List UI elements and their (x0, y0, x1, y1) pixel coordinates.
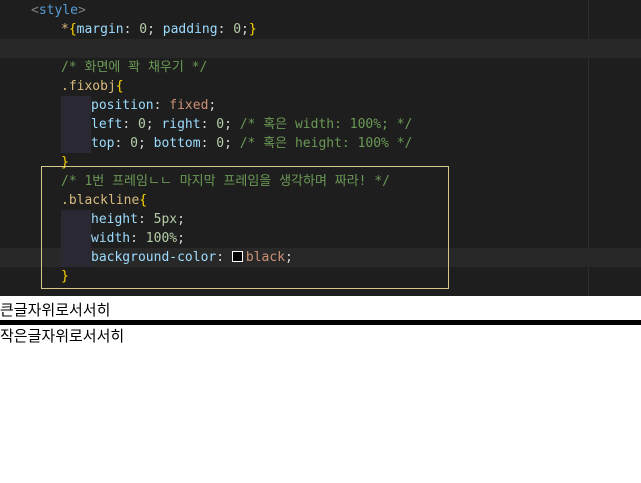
code-line[interactable]: height: 5px; (0, 210, 641, 229)
code-token: : (130, 231, 146, 246)
code-line[interactable]: left: 0; right: 0; /* 혹은 width: 100%; */ (0, 115, 641, 134)
code-token: ; (241, 22, 249, 37)
indent-guide (61, 134, 91, 153)
code-token: 5px (153, 212, 178, 227)
code-token: .blackline (61, 193, 140, 208)
code-token: top (91, 136, 115, 151)
code-token: : (137, 212, 154, 227)
code-token: { (68, 22, 77, 37)
code-token: } (61, 269, 69, 284)
code-line[interactable] (0, 39, 641, 58)
code-text: <style> (31, 1, 86, 20)
code-editor[interactable]: <style> *{margin: 0; padding: 0;}/* 화면에 꽉… (0, 0, 641, 296)
indent-guide (61, 96, 91, 115)
code-text: } (61, 267, 69, 286)
code-token: ; (177, 231, 185, 246)
code-line[interactable]: .fixobj{ (0, 77, 641, 96)
code-line[interactable]: } (0, 267, 641, 286)
code-text: left: 0; right: 0; /* 혹은 width: 100%; */ (91, 115, 412, 134)
big-text: 큰글자위로서서히 (0, 301, 111, 319)
code-token: padding (162, 22, 218, 37)
code-line[interactable]: position: fixed; (0, 96, 641, 115)
code-token: ; (224, 117, 240, 132)
code-text: width: 100%; (91, 229, 185, 248)
code-token: /* 화면에 꽉 채우기 */ (61, 60, 208, 75)
browser-preview: 큰글자위로서서히 작은글자위로서서히 (0, 296, 641, 483)
code-token: bottom (153, 136, 201, 151)
code-token: * (61, 22, 69, 37)
code-token: } (248, 22, 257, 37)
code-token: : (217, 22, 234, 37)
code-token: /* 1번 프레임ㄴㄴ 마지막 프레임을 생각하며 짜라! */ (61, 174, 390, 189)
code-line[interactable]: .blackline{ (0, 191, 641, 210)
code-token: 100% (145, 231, 178, 246)
code-line[interactable]: *{margin: 0; padding: 0;} (0, 20, 641, 39)
code-token: right (161, 117, 201, 132)
code-token: left (91, 117, 123, 132)
code-token: fixed (169, 98, 209, 113)
code-text: } (61, 153, 69, 172)
code-token: { (139, 193, 148, 208)
code-line[interactable]: <style> (0, 1, 641, 20)
code-token: : (122, 117, 138, 132)
small-text: 작은글자위로서서히 (0, 327, 125, 345)
code-token: background-color (91, 250, 217, 265)
code-text: background-color: black; (91, 248, 293, 267)
code-text: .fixobj{ (61, 77, 124, 96)
code-line[interactable]: width: 100%; (0, 229, 641, 248)
code-token: : (200, 136, 217, 151)
code-token: ; (208, 98, 217, 113)
code-token: { (115, 79, 124, 94)
indent-guide (61, 229, 91, 248)
code-token: /* 혹은 width: 100%; */ (239, 117, 413, 132)
indent-guide (61, 210, 91, 229)
code-token: height (91, 212, 138, 227)
code-token: 0 (130, 136, 138, 151)
code-line[interactable]: top: 0; bottom: 0; /* 혹은 height: 100% */ (0, 134, 641, 153)
code-token: style (38, 3, 78, 18)
indent-guide (61, 115, 91, 134)
code-token: ; (285, 250, 293, 265)
code-line[interactable]: /* 1번 프레임ㄴㄴ 마지막 프레임을 생각하며 짜라! */ (0, 172, 641, 191)
code-token: : (200, 117, 217, 132)
code-token: ; (224, 136, 240, 151)
code-token: < (31, 3, 39, 18)
code-token: margin (76, 22, 124, 37)
code-text: top: 0; bottom: 0; /* 혹은 height: 100% */ (91, 134, 412, 153)
code-token: > (77, 3, 86, 18)
code-token: : (123, 22, 140, 37)
indent-guide (61, 248, 91, 267)
code-token: ; (137, 136, 154, 151)
code-line[interactable]: background-color: black; (0, 248, 641, 267)
code-token: 0 (216, 136, 225, 151)
code-line[interactable]: /* 화면에 꽉 채우기 */ (0, 58, 641, 77)
code-token: position (91, 98, 154, 113)
color-swatch-icon (231, 251, 243, 262)
code-token: ; (145, 117, 162, 132)
code-token: } (61, 155, 69, 170)
code-text: .blackline{ (61, 191, 147, 210)
code-token: 0 (137, 117, 146, 132)
code-token: .fixobj (61, 79, 116, 94)
code-line[interactable]: } (0, 153, 641, 172)
code-token: 0 (233, 22, 242, 37)
code-text: position: fixed; (91, 96, 216, 115)
code-token: /* 혹은 height: 100% */ (239, 136, 413, 151)
code-token: : (153, 98, 170, 113)
code-token: 0 (139, 22, 148, 37)
code-text: /* 화면에 꽉 채우기 */ (61, 58, 207, 77)
code-token: : (216, 250, 232, 265)
code-token: black (245, 250, 286, 265)
code-text: *{margin: 0; padding: 0;} (61, 20, 257, 39)
code-token: ; (147, 22, 163, 37)
code-token: 0 (216, 117, 225, 132)
code-token: ; (177, 212, 185, 227)
code-text: /* 1번 프레임ㄴㄴ 마지막 프레임을 생각하며 짜라! */ (61, 172, 390, 191)
code-token: : (114, 136, 131, 151)
code-token: width (91, 231, 131, 246)
code-text: height: 5px; (91, 210, 185, 229)
